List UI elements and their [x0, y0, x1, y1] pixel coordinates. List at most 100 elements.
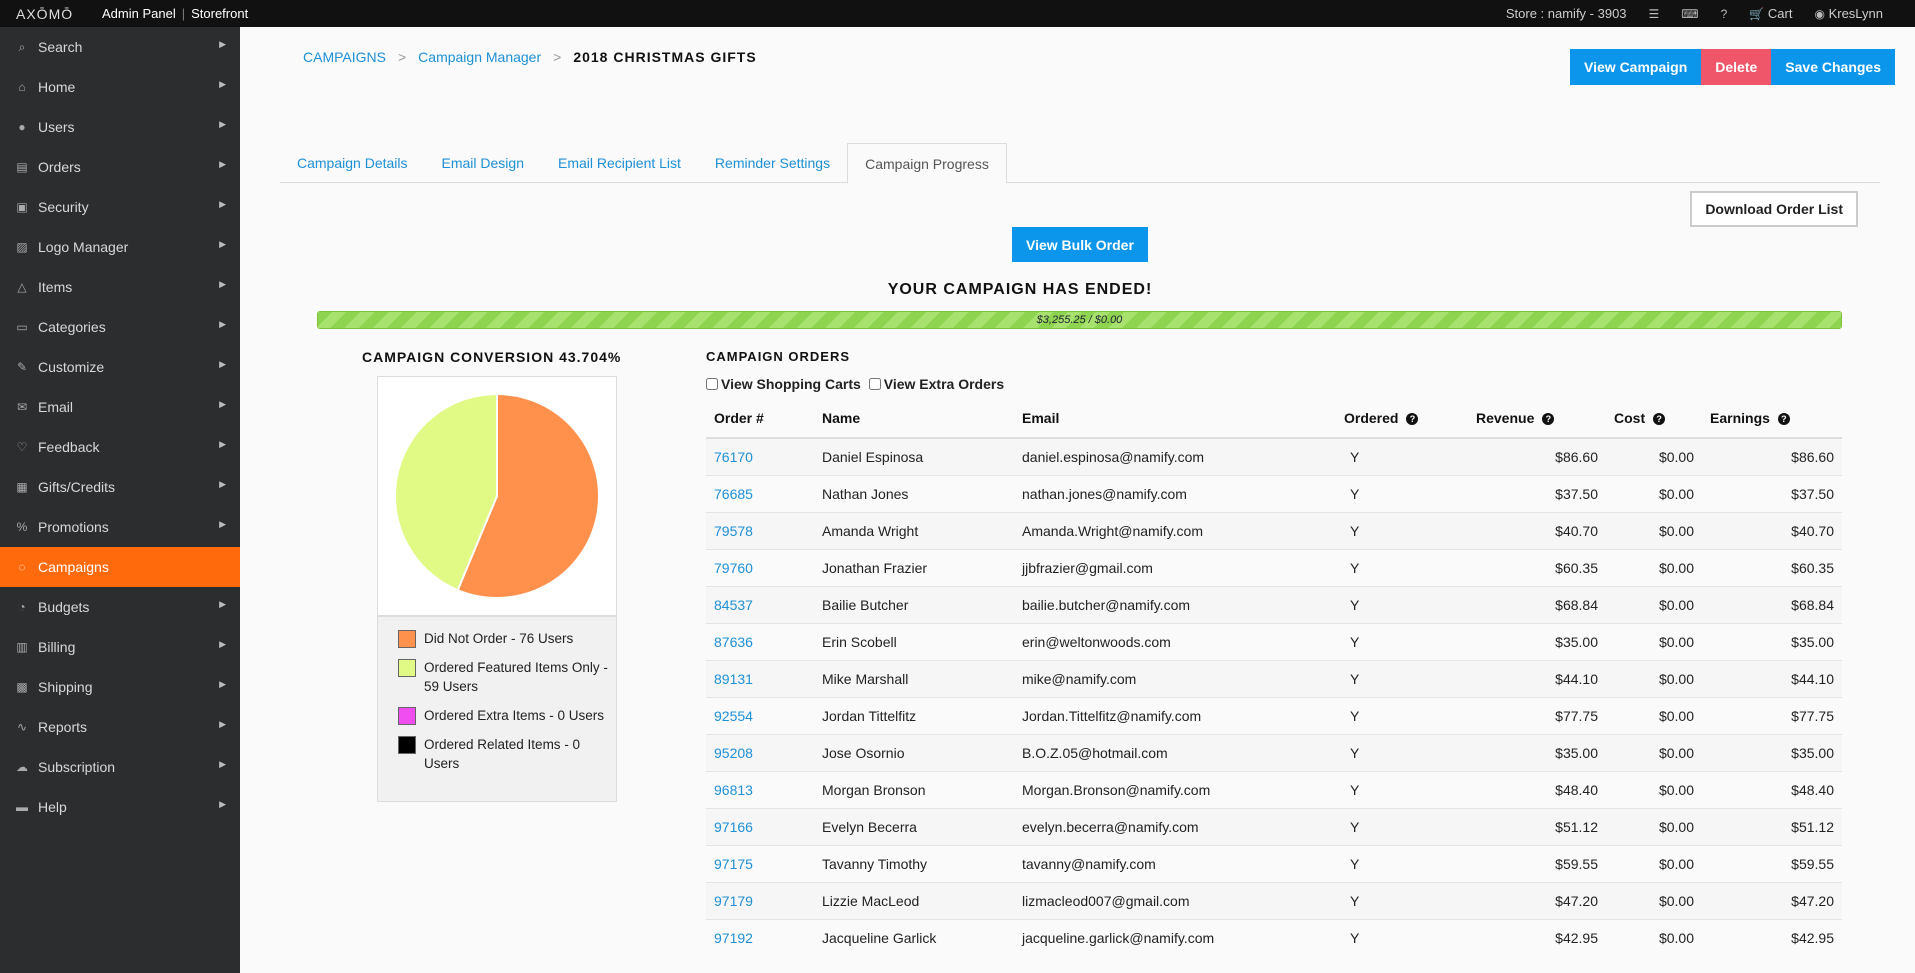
email-cell: daniel.espinosa@namify.com — [1014, 437, 1336, 475]
order-link[interactable]: 92554 — [714, 708, 753, 724]
sidebar-item-email[interactable]: ✉ Email ▶ — [0, 387, 240, 427]
sidebar-item-home[interactable]: ⌂ Home ▶ — [0, 67, 240, 107]
tab-email-design[interactable]: Email Design — [425, 143, 541, 182]
piechart-icon: ◔ — [18, 600, 26, 614]
sidebar-item-label: Reports — [38, 719, 88, 735]
col-earnings[interactable]: Earnings? — [1702, 398, 1842, 439]
caret-right-icon: ▶ — [219, 799, 226, 809]
table-row: 96813 Morgan Bronson Morgan.Bronson@namify… — [706, 770, 1842, 808]
earnings-cell: $40.70 — [1702, 511, 1842, 549]
col-ordered[interactable]: Ordered? — [1336, 398, 1468, 439]
sidebar-item-budgets[interactable]: ◔ Budgets ▶ — [0, 587, 240, 627]
sidebar-item-search[interactable]: ⌕ Search ▶ — [0, 27, 240, 67]
question-icon[interactable]: ? — [1777, 412, 1790, 425]
email-cell: jacqueline.garlick@namify.com — [1014, 918, 1336, 956]
view-extra-orders-checkbox[interactable] — [868, 378, 881, 390]
revenue-cell: $40.70 — [1468, 511, 1606, 549]
question-icon[interactable]: ? — [1542, 412, 1555, 425]
delete-button[interactable]: Delete — [1701, 49, 1772, 85]
sidebar-item-label: Promotions — [38, 519, 109, 535]
breadcrumb-campaign-manager[interactable]: Campaign Manager — [418, 49, 541, 65]
help-icon[interactable]: ? — [1721, 7, 1728, 21]
revenue-cell: $86.60 — [1468, 437, 1606, 475]
tab-reminder-settings[interactable]: Reminder Settings — [698, 143, 847, 182]
question-icon[interactable]: ? — [1653, 412, 1666, 425]
name-cell: Jordan Tittelfitz — [814, 696, 1014, 734]
col-revenue[interactable]: Revenue? — [1468, 398, 1606, 439]
table-row: 76685 Nathan Jones nathan.jones@namify.com… — [706, 474, 1842, 512]
sidebar-item-shipping[interactable]: ▩ Shipping ▶ — [0, 667, 240, 707]
save-changes-button[interactable]: Save Changes — [1771, 49, 1895, 85]
user-menu[interactable]: ◉ KresLynn — [1814, 6, 1883, 21]
caret-right-icon: ▶ — [219, 119, 226, 129]
cart-label: Cart — [1767, 6, 1793, 21]
order-link[interactable]: 84537 — [714, 597, 753, 613]
order-link[interactable]: 95208 — [714, 745, 753, 761]
store-label[interactable]: Store : namify - 3903 — [1506, 6, 1627, 21]
view-extra-orders-option[interactable]: View Extra Orders — [868, 376, 1004, 392]
view-bulk-order-button[interactable]: View Bulk Order — [1012, 227, 1148, 262]
sidebar-item-users[interactable]: ● Users ▶ — [0, 107, 240, 147]
storefront-link[interactable]: Storefront — [185, 6, 254, 21]
sidebar-item-logo-manager[interactable]: ▨ Logo Manager ▶ — [0, 227, 240, 267]
order-link[interactable]: 89131 — [714, 671, 753, 687]
tab-campaign-progress[interactable]: Campaign Progress — [847, 143, 1007, 184]
tab-email-recipient-list[interactable]: Email Recipient List — [541, 143, 698, 182]
admin-panel-link[interactable]: Admin Panel — [96, 6, 182, 21]
order-link[interactable]: 97175 — [714, 856, 753, 872]
tab-campaign-details[interactable]: Campaign Details — [280, 143, 425, 182]
order-link[interactable]: 79578 — [714, 523, 753, 539]
sidebar-item-label: Customize — [38, 359, 105, 375]
sidebar-item-label: Gifts/Credits — [38, 479, 116, 495]
axomo-logo[interactable]: AXŌMŌ — [0, 6, 96, 22]
sidebar-item-label: Security — [38, 199, 89, 215]
sidebar-item-campaigns[interactable]: ◌ Campaigns — [0, 547, 240, 587]
view-campaign-button[interactable]: View Campaign — [1570, 49, 1702, 85]
order-link[interactable]: 97166 — [714, 819, 753, 835]
col-email[interactable]: Email — [1014, 398, 1336, 439]
col-name[interactable]: Name — [814, 398, 1014, 439]
order-link[interactable]: 87636 — [714, 634, 753, 650]
sidebar-item-subscription[interactable]: ☁ Subscription ▶ — [0, 747, 240, 787]
col-earnings-label: Earnings — [1710, 409, 1770, 426]
order-link[interactable]: 96813 — [714, 782, 753, 798]
sidebar-item-gifts-credits[interactable]: ▦ Gifts/Credits ▶ — [0, 467, 240, 507]
col-cost[interactable]: Cost? — [1606, 398, 1702, 439]
keyboard-icon[interactable]: ⌨ — [1681, 7, 1698, 21]
sidebar-item-promotions[interactable]: % Promotions ▶ — [0, 507, 240, 547]
question-icon[interactable]: ? — [1406, 412, 1419, 425]
revenue-cell: $77.75 — [1468, 696, 1606, 734]
sidebar-item-orders[interactable]: ▤ Orders ▶ — [0, 147, 240, 187]
sidebar-item-billing[interactable]: ▥ Billing ▶ — [0, 627, 240, 667]
sidebar-item-feedback[interactable]: ♡ Feedback ▶ — [0, 427, 240, 467]
order-link[interactable]: 76170 — [714, 449, 753, 465]
col-order[interactable]: Order # — [706, 398, 814, 439]
order-link[interactable]: 97192 — [714, 930, 753, 946]
list-icon[interactable]: ☰ — [1649, 7, 1660, 21]
top-bar-right: Store : namify - 3903 ☰ ⌨ ? 🛒 Cart ◉ Kre… — [1506, 6, 1915, 21]
email-cell: lizmacleod007@gmail.com — [1014, 881, 1336, 919]
cost-cell: $0.00 — [1606, 437, 1702, 475]
email-cell: B.O.Z.05@hotmail.com — [1014, 733, 1336, 771]
sidebar-item-security[interactable]: ▣ Security ▶ — [0, 187, 240, 227]
sidebar-item-reports[interactable]: ∿ Reports ▶ — [0, 707, 240, 747]
order-link[interactable]: 76685 — [714, 486, 753, 502]
user-name: KresLynn — [1828, 6, 1883, 21]
name-cell: Nathan Jones — [814, 474, 1014, 512]
sidebar-item-help[interactable]: ▬ Help ▶ — [0, 787, 240, 827]
download-order-list-button[interactable]: Download Order List — [1690, 191, 1858, 227]
breadcrumb-campaigns[interactable]: CAMPAIGNS — [303, 49, 386, 65]
order-link[interactable]: 79760 — [714, 560, 753, 576]
cart-link[interactable]: 🛒 Cart — [1749, 6, 1792, 21]
breadcrumb: CAMPAIGNS > Campaign Manager > 2018 CHRI… — [303, 49, 757, 65]
order-link[interactable]: 97179 — [714, 893, 753, 909]
view-shopping-carts-option[interactable]: View Shopping Carts — [706, 376, 861, 392]
table-row: 89131 Mike Marshall mike@namify.com Y $44.10… — [706, 659, 1842, 697]
order-cell: 97179 — [706, 881, 814, 919]
view-shopping-carts-checkbox[interactable] — [706, 378, 718, 390]
sidebar-item-customize[interactable]: ✎ Customize ▶ — [0, 347, 240, 387]
legend-swatch — [398, 707, 416, 725]
sidebar-item-categories[interactable]: ▭ Categories ▶ — [0, 307, 240, 347]
sidebar-item-items[interactable]: △ Items ▶ — [0, 267, 240, 307]
folder-icon: ▭ — [16, 320, 28, 334]
